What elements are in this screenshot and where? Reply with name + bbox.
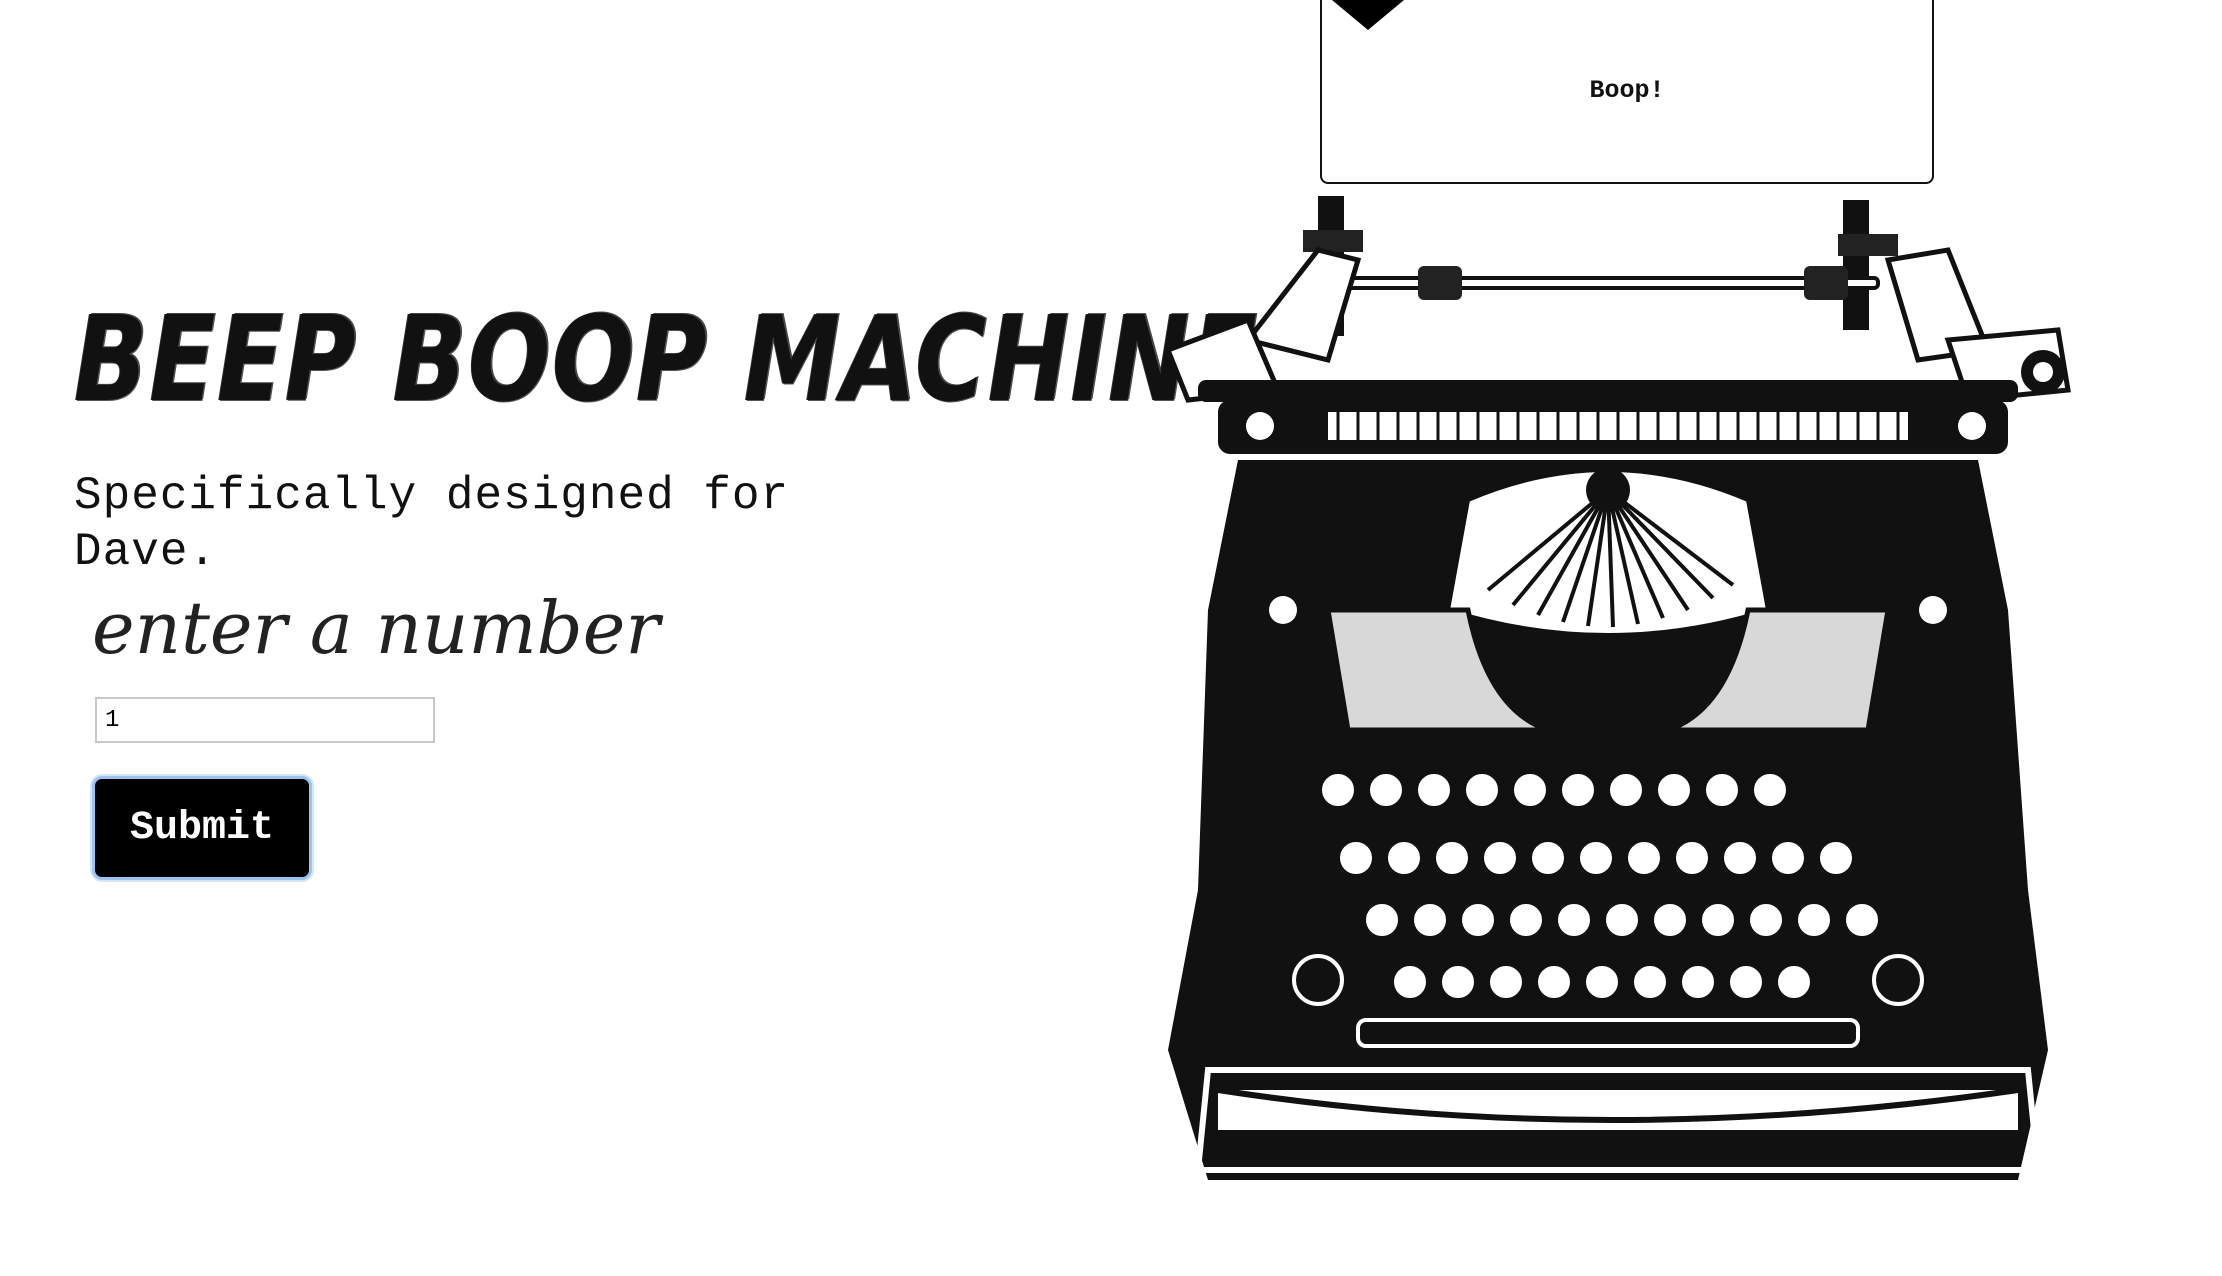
output-paper: Boop!: [1320, 0, 1934, 184]
triangle-down-icon: [1332, 0, 1404, 30]
output-text: Boop!: [1589, 76, 1665, 105]
number-input[interactable]: [95, 697, 435, 743]
submit-button[interactable]: Submit: [92, 776, 312, 880]
typewriter-illustration: [1164, 196, 2071, 1180]
page-subtitle: Specifically designed for Dave.: [74, 470, 790, 578]
page-title: BEEP BOOP MACHINE: [74, 290, 1259, 428]
number-input-label: enter a number: [92, 586, 660, 670]
